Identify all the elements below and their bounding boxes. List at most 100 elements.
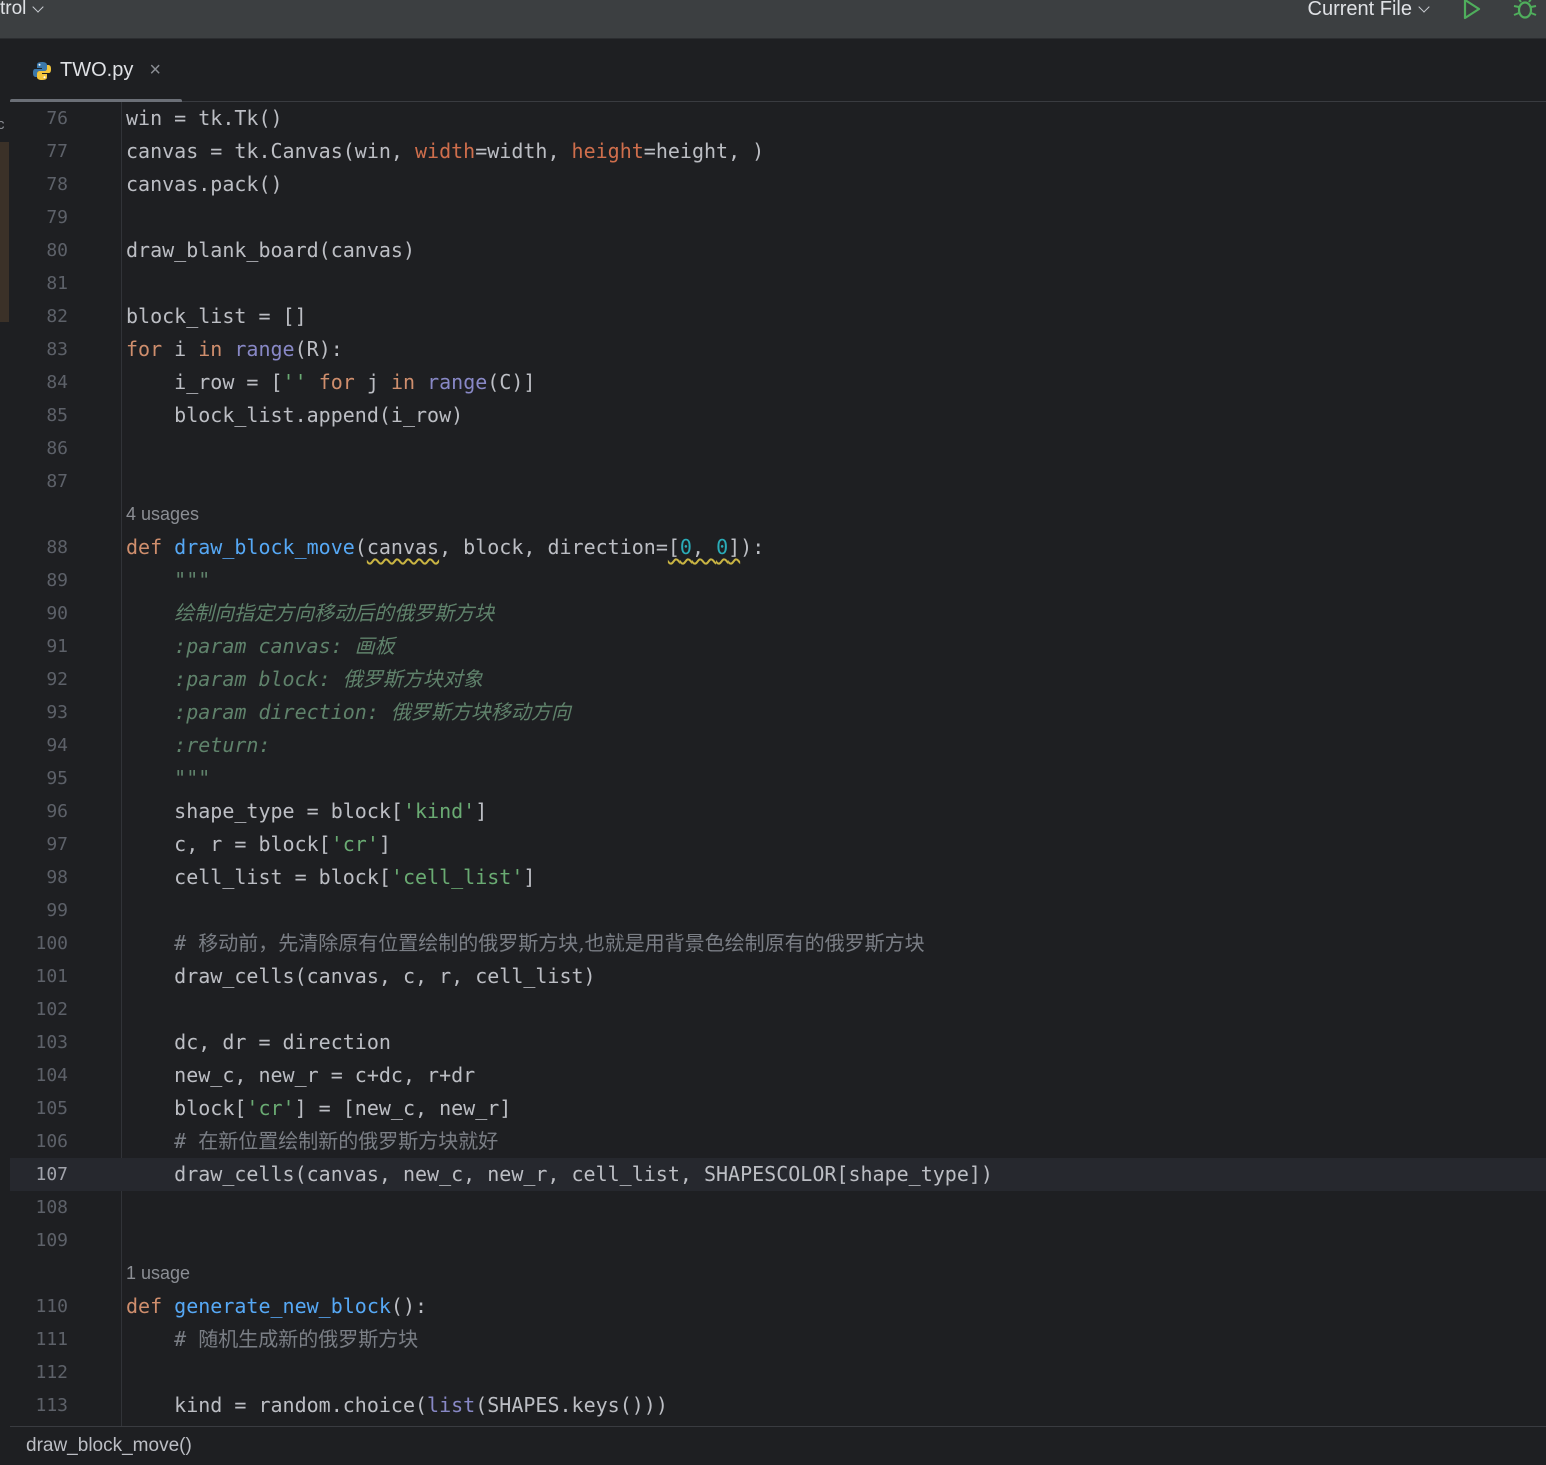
code-line[interactable]: 96 shape_type = block['kind'] bbox=[10, 795, 1546, 828]
code-line[interactable]: 104 new_c, new_r = c+dc, r+dr bbox=[10, 1059, 1546, 1092]
code-token: ] bbox=[523, 865, 536, 889]
code-line[interactable]: 108 bbox=[10, 1191, 1546, 1224]
code-token: draw_cells(canvas, c, r, cell_list) bbox=[126, 964, 596, 988]
code-line[interactable]: 81 bbox=[10, 267, 1546, 300]
chevron-down-icon bbox=[32, 0, 45, 13]
code-token: in bbox=[198, 337, 223, 361]
line-number: 86 bbox=[46, 438, 68, 459]
line-number: 107 bbox=[35, 1164, 68, 1185]
code-text: i_row = ['' for j in range(C)] bbox=[126, 366, 535, 399]
line-number: 98 bbox=[46, 867, 68, 888]
code-line[interactable]: 106 # 在新位置绘制新的俄罗斯方块就好 bbox=[10, 1125, 1546, 1158]
line-number: 99 bbox=[46, 900, 68, 921]
code-line[interactable]: 86 bbox=[10, 432, 1546, 465]
line-number: 87 bbox=[46, 471, 68, 492]
code-line[interactable]: 84 i_row = ['' for j in range(C)] bbox=[10, 366, 1546, 399]
code-token: draw_block_move bbox=[174, 535, 355, 559]
vcs-label: trol bbox=[0, 0, 27, 19]
code-line[interactable]: 113 kind = random.choice(list(SHAPES.key… bbox=[10, 1389, 1546, 1422]
strip-letter: c bbox=[0, 116, 5, 133]
usages-inlay-hint[interactable]: 4 usages bbox=[10, 498, 1546, 531]
code-line[interactable]: 85 block_list.append(i_row) bbox=[10, 399, 1546, 432]
code-line[interactable]: 82 block_list = [] bbox=[10, 300, 1546, 333]
code-token: 绘制向指定方向移动后的俄罗斯方块 bbox=[174, 601, 495, 625]
code-line[interactable]: 98 cell_list = block['cell_list'] bbox=[10, 861, 1546, 894]
code-text: for i in range(R): bbox=[126, 333, 343, 366]
code-line[interactable]: 89 """ bbox=[10, 564, 1546, 597]
code-token: in bbox=[390, 370, 416, 394]
code-token: (SHAPES.keys())) bbox=[475, 1393, 668, 1417]
code-line[interactable]: 87 bbox=[10, 465, 1546, 498]
code-line[interactable]: 111 # 随机生成新的俄罗斯方块 bbox=[10, 1323, 1546, 1356]
code-token: height bbox=[571, 139, 644, 163]
code-token: block[ bbox=[126, 1096, 247, 1120]
code-line[interactable]: 97 c, r = block['cr'] bbox=[10, 828, 1546, 861]
line-number: 84 bbox=[46, 372, 68, 393]
code-token: # bbox=[174, 1129, 199, 1153]
code-line[interactable]: 94 :return: bbox=[10, 729, 1546, 762]
usages-inlay-hint[interactable]: 1 usage bbox=[10, 1257, 1546, 1290]
line-number: 81 bbox=[46, 273, 68, 294]
run-config-label: Current File bbox=[1307, 0, 1412, 20]
code-token: ] bbox=[378, 832, 391, 856]
line-number: 91 bbox=[46, 636, 68, 657]
code-line[interactable]: 110 def generate_new_block(): bbox=[10, 1290, 1546, 1323]
debug-button[interactable] bbox=[1512, 0, 1540, 22]
code-line[interactable]: 93 :param direction: 俄罗斯方块移动方向 bbox=[10, 696, 1546, 729]
code-line[interactable]: 100 # 移动前，先清除原有位置绘制的俄罗斯方块,也就是用背景色绘制原有的俄罗… bbox=[10, 927, 1546, 960]
code-token: 'cr' bbox=[330, 832, 379, 856]
code-line[interactable]: 78 canvas.pack() bbox=[10, 168, 1546, 201]
code-token: ] bbox=[728, 535, 741, 559]
code-line[interactable]: 91 :param canvas: 画板 bbox=[10, 630, 1546, 663]
code-line[interactable]: 103 dc, dr = direction bbox=[10, 1026, 1546, 1059]
code-token: [ bbox=[667, 535, 680, 559]
code-line[interactable]: 76 win = tk.Tk() bbox=[10, 102, 1546, 135]
code-editor[interactable]: 76 win = tk.Tk() 77 canvas = tk.Canvas(win,… bbox=[10, 102, 1546, 1426]
code-token: # bbox=[174, 1327, 199, 1351]
code-line[interactable]: 102 bbox=[10, 993, 1546, 1026]
tab-two-py[interactable]: TWO.py × bbox=[10, 39, 182, 103]
code-token: (): bbox=[390, 1294, 428, 1318]
code-text: new_c, new_r = c+dc, r+dr bbox=[126, 1059, 475, 1092]
code-text: def draw_block_move(canvas, block, direc… bbox=[126, 531, 764, 564]
code-line[interactable]: 105 block['cr'] = [new_c, new_r] bbox=[10, 1092, 1546, 1125]
code-token: 俄罗斯方块对象 bbox=[342, 667, 483, 691]
code-line[interactable]: 88 def draw_block_move(canvas, block, dir… bbox=[10, 531, 1546, 564]
code-text: :param block: 俄罗斯方块对象 bbox=[126, 663, 483, 696]
line-number: 83 bbox=[46, 339, 68, 360]
code-token: new_c, new_r = c+dc, r+dr bbox=[126, 1063, 476, 1087]
code-line[interactable]: 99 bbox=[10, 894, 1546, 927]
run-button[interactable] bbox=[1462, 0, 1484, 22]
code-token: width bbox=[414, 139, 476, 163]
line-number: 111 bbox=[35, 1329, 68, 1350]
code-line[interactable]: 90 绘制向指定方向移动后的俄罗斯方块 bbox=[10, 597, 1546, 630]
code-token: i_row = [ bbox=[126, 370, 283, 394]
code-line[interactable]: 83 for i in range(R): bbox=[10, 333, 1546, 366]
code-text: :return: bbox=[126, 729, 270, 762]
code-token: ] = [new_c, new_r] bbox=[294, 1096, 512, 1120]
code-token: ] bbox=[475, 799, 488, 823]
code-token: 'cell_list' bbox=[390, 865, 524, 889]
ide-window: trol Current File TWO.py × c 76 win = tk… bbox=[0, 0, 1546, 1465]
vcs-widget[interactable]: trol bbox=[0, 0, 45, 24]
code-line[interactable]: 77 canvas = tk.Canvas(win, width=width, h… bbox=[10, 135, 1546, 168]
code-line[interactable]: 101 draw_cells(canvas, c, r, cell_list) bbox=[10, 960, 1546, 993]
code-line[interactable]: 107 draw_cells(canvas, new_c, new_r, cel… bbox=[10, 1158, 1546, 1191]
code-line[interactable]: 109 bbox=[10, 1224, 1546, 1257]
breadcrumb-function[interactable]: draw_block_move() bbox=[26, 1435, 192, 1457]
run-config-selector[interactable]: Current File bbox=[1307, 0, 1430, 21]
code-text: draw_blank_board(canvas) bbox=[126, 234, 415, 267]
usages-text: 1 usage bbox=[126, 1263, 191, 1283]
code-token: 0 bbox=[679, 535, 692, 559]
close-icon[interactable]: × bbox=[149, 59, 161, 82]
code-line[interactable]: 80 draw_blank_board(canvas) bbox=[10, 234, 1546, 267]
code-line[interactable]: 92 :param block: 俄罗斯方块对象 bbox=[10, 663, 1546, 696]
code-token: win = tk.Tk() bbox=[126, 106, 283, 130]
code-line[interactable]: 112 bbox=[10, 1356, 1546, 1389]
code-token: range bbox=[427, 370, 488, 394]
code-line[interactable]: 95 """ bbox=[10, 762, 1546, 795]
code-line[interactable]: 79 bbox=[10, 201, 1546, 234]
code-text: :param canvas: 画板 bbox=[126, 630, 395, 663]
